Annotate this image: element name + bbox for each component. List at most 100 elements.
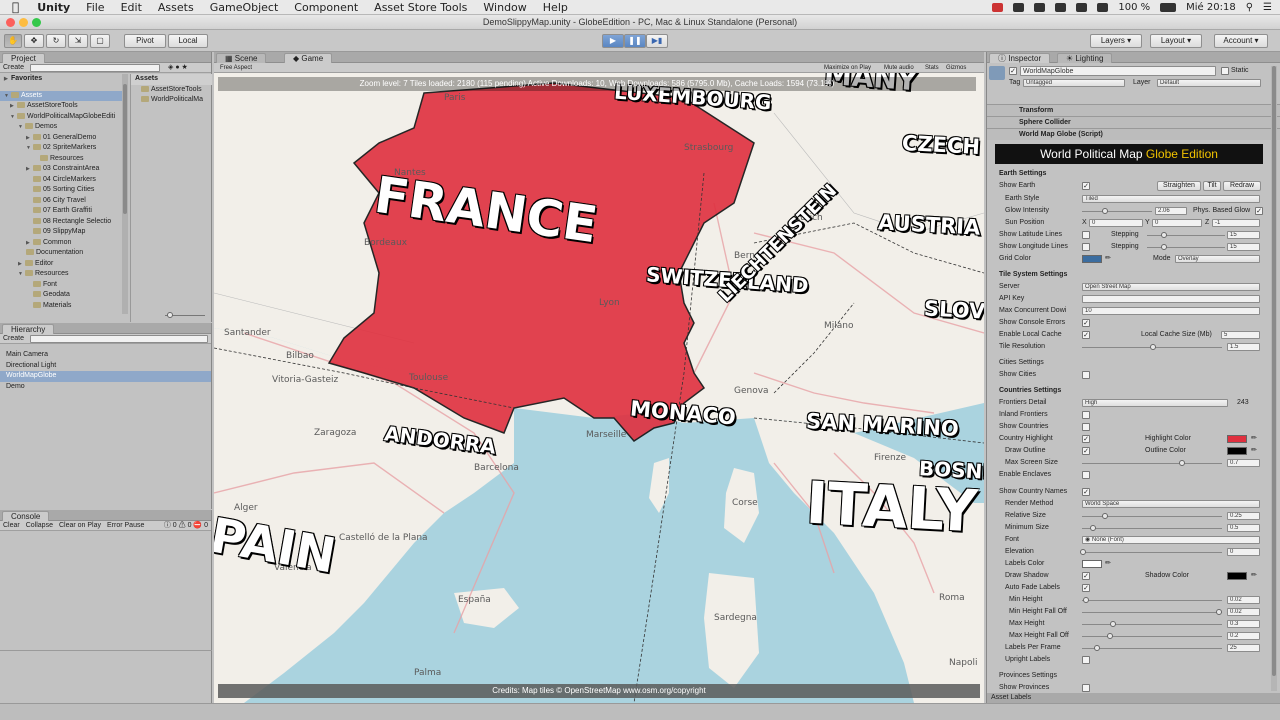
rect-tool-icon[interactable]: ▢ — [90, 34, 110, 48]
labels-per-frame-field[interactable]: 25 — [1227, 644, 1260, 652]
account-dropdown[interactable]: Account ▾ — [1214, 34, 1268, 48]
max-fall-field[interactable]: 0.2 — [1227, 632, 1260, 640]
earth-style-dropdown[interactable]: Tiled — [1082, 195, 1260, 203]
pause-icon[interactable]: ❚❚ — [624, 34, 646, 48]
move-tool-icon[interactable]: ✥ — [24, 34, 44, 48]
bluetooth-icon[interactable] — [1055, 2, 1067, 12]
minimize-window-icon[interactable] — [19, 18, 28, 27]
relative-size-slider[interactable] — [1082, 513, 1222, 519]
enable-enclaves-checkbox[interactable] — [1082, 471, 1090, 479]
menu-file[interactable]: File — [78, 1, 112, 14]
labels-per-frame-slider[interactable] — [1082, 645, 1222, 651]
component-sphere-collider[interactable]: Sphere Collider — [987, 116, 1280, 128]
icon-size-slider[interactable] — [165, 312, 205, 318]
glow-intensity-field[interactable]: 2.06 — [1155, 207, 1187, 215]
console-error-pause-button[interactable]: Error Pause — [107, 521, 144, 530]
apple-icon[interactable]:  — [0, 0, 29, 14]
dropbox-icon[interactable] — [1013, 2, 1025, 12]
hierarchy-search-input[interactable] — [30, 335, 208, 343]
tab-console[interactable]: Console — [2, 511, 50, 521]
tag-dropdown[interactable]: Untagged — [1023, 79, 1125, 87]
tile-resolution-field[interactable]: 1.5 — [1227, 343, 1260, 351]
project-create-button[interactable]: Create — [3, 63, 24, 73]
max-concurrent-field[interactable]: 10 — [1082, 307, 1260, 315]
tree-item[interactable]: 09 SlippyMap — [0, 227, 124, 238]
component-world-map-globe[interactable]: World Map Globe (Script) — [987, 128, 1280, 140]
show-lon-checkbox[interactable] — [1082, 243, 1090, 251]
pivot-toggle[interactable]: Pivot — [124, 34, 166, 48]
tab-scene[interactable]: ▦ Scene — [216, 53, 267, 63]
object-name-input[interactable]: WorldMapGlobe — [1020, 66, 1216, 76]
tree-item[interactable]: Font — [0, 280, 124, 291]
min-fall-slider[interactable] — [1082, 609, 1222, 615]
earth-settings-header[interactable]: Earth Settings — [999, 168, 1046, 179]
eyedropper-icon[interactable]: ✏ — [1105, 558, 1111, 569]
menu-asset-store-tools[interactable]: Asset Store Tools — [366, 1, 475, 14]
tree-item-assets[interactable]: ▼ Assets — [0, 90, 124, 101]
menu-gameobject[interactable]: GameObject — [202, 1, 287, 14]
eyedropper-icon[interactable]: ✏ — [1251, 433, 1257, 444]
eyedropper-icon[interactable]: ✏ — [1251, 445, 1257, 456]
stats-toggle[interactable]: Stats — [925, 63, 939, 73]
api-key-input[interactable] — [1082, 295, 1260, 303]
tab-game[interactable]: ◆ Game — [284, 53, 333, 63]
hierarchy-item-selected[interactable]: WorldMapGlobe — [0, 371, 211, 382]
tree-item[interactable]: 06 City Travel — [0, 196, 124, 207]
layer-dropdown[interactable]: Default — [1157, 79, 1261, 87]
console-collapse-button[interactable]: Collapse — [26, 521, 53, 530]
maximize-on-play-toggle[interactable]: Maximize on Play — [824, 63, 871, 73]
search-icon[interactable]: ⚲ — [1246, 2, 1253, 13]
hierarchy-item[interactable]: Demo — [0, 382, 211, 393]
hierarchy-item[interactable]: Directional Light — [0, 361, 211, 372]
menu-assets[interactable]: Assets — [150, 1, 202, 14]
clock[interactable]: Mié 20:18 — [1186, 2, 1236, 13]
frontiers-detail-dropdown[interactable]: High — [1082, 399, 1228, 407]
tab-inspector[interactable]: ⓘ Inspector — [989, 53, 1051, 63]
menu-edit[interactable]: Edit — [113, 1, 150, 14]
show-provinces-checkbox[interactable] — [1082, 684, 1090, 692]
menu-list-icon[interactable]: ☰ — [1263, 2, 1272, 13]
min-height-slider[interactable] — [1082, 597, 1222, 603]
outline-color-swatch[interactable] — [1227, 447, 1247, 455]
layout-dropdown[interactable]: Layout ▾ — [1150, 34, 1202, 48]
inspector-scrollbar[interactable] — [1271, 66, 1277, 691]
console-errors-checkbox[interactable]: ✓ — [1082, 319, 1090, 327]
asset-labels-bar[interactable]: Asset Labels — [987, 693, 1280, 703]
min-fall-field[interactable]: 0.02 — [1227, 608, 1260, 616]
menu-component[interactable]: Component — [286, 1, 366, 14]
country-highlight-checkbox[interactable]: ✓ — [1082, 435, 1090, 443]
inland-frontiers-checkbox[interactable] — [1082, 411, 1090, 419]
tile-resolution-slider[interactable] — [1082, 344, 1222, 350]
font-field[interactable]: ◉ None (Font) — [1082, 536, 1260, 544]
minimum-size-field[interactable]: 0.5 — [1227, 524, 1260, 532]
mute-audio-toggle[interactable]: Mute audio — [884, 63, 914, 73]
show-countries-checkbox[interactable] — [1082, 423, 1090, 431]
show-country-names-checkbox[interactable]: ✓ — [1082, 488, 1090, 496]
tree-item[interactable]: ▶ 03 ConstraintArea — [0, 164, 124, 175]
min-height-field[interactable]: 0.02 — [1227, 596, 1260, 604]
highlight-color-swatch[interactable] — [1227, 435, 1247, 443]
tree-item[interactable]: Resources — [0, 154, 124, 165]
phys-glow-checkbox[interactable]: ✓ — [1255, 207, 1263, 215]
close-window-icon[interactable] — [6, 18, 15, 27]
grid-mode-dropdown[interactable]: Overlay — [1175, 255, 1260, 263]
redraw-button[interactable]: Redraw — [1223, 181, 1261, 191]
file-item[interactable]: WorldPoliticalMa — [131, 95, 212, 106]
favorites-header[interactable]: ▶ Favorites — [0, 74, 124, 85]
project-tree-scrollbar[interactable] — [122, 74, 128, 314]
scale-tool-icon[interactable]: ⇲ — [68, 34, 88, 48]
show-cities-checkbox[interactable] — [1082, 371, 1090, 379]
active-checkbox[interactable]: ✓ — [1009, 67, 1017, 75]
lat-stepping-field[interactable]: 15 — [1227, 231, 1260, 239]
lat-stepping-slider[interactable] — [1147, 232, 1225, 238]
straighten-button[interactable]: Straighten — [1157, 181, 1201, 191]
draw-shadow-checkbox[interactable]: ✓ — [1082, 572, 1090, 580]
lon-stepping-field[interactable]: 15 — [1227, 243, 1260, 251]
play-icon[interactable]: ▶ — [602, 34, 624, 48]
aspect-dropdown[interactable]: Free Aspect — [220, 63, 252, 73]
tilt-button[interactable]: Tilt — [1203, 181, 1221, 191]
auto-fade-checkbox[interactable]: ✓ — [1082, 584, 1090, 592]
tree-item[interactable]: Geodata — [0, 290, 124, 301]
tree-item[interactable]: ▼ Resources — [0, 269, 124, 280]
labels-color-swatch[interactable] — [1082, 560, 1102, 568]
